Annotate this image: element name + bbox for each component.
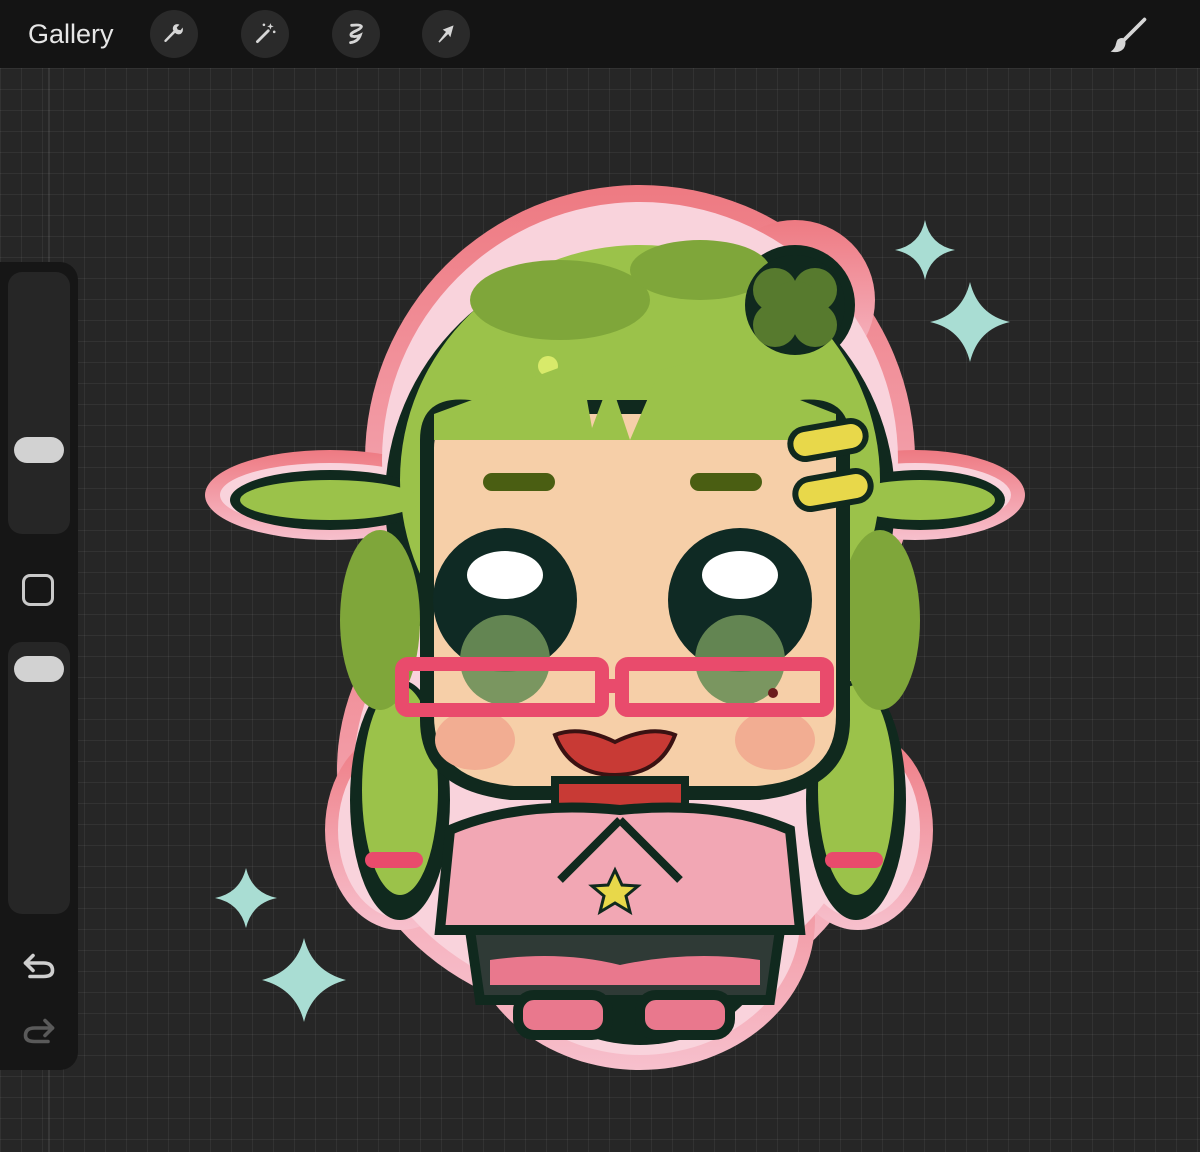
brush-size-slider-thumb[interactable]: [14, 437, 64, 463]
left-sidebar: [0, 262, 78, 1070]
transform-arrow-icon: [438, 25, 454, 43]
gallery-button[interactable]: Gallery: [28, 16, 114, 52]
paintbrush-icon[interactable]: [1106, 14, 1150, 58]
selection-icon: [349, 23, 363, 45]
opacity-slider-thumb[interactable]: [14, 656, 64, 682]
magic-wand-icon: [256, 23, 276, 43]
drawing-canvas[interactable]: [0, 68, 1200, 1152]
selection-button[interactable]: [332, 10, 380, 58]
adjustments-button[interactable]: [241, 10, 289, 58]
top-toolbar: Gallery: [0, 0, 1200, 68]
actions-button[interactable]: [150, 10, 198, 58]
brush-size-slider[interactable]: [8, 272, 70, 534]
modify-button[interactable]: [22, 574, 54, 606]
wrench-icon: [164, 24, 183, 43]
undo-icon[interactable]: [21, 948, 57, 984]
transform-button[interactable]: [422, 10, 470, 58]
opacity-slider[interactable]: [8, 642, 70, 914]
redo-icon[interactable]: [21, 1013, 57, 1049]
